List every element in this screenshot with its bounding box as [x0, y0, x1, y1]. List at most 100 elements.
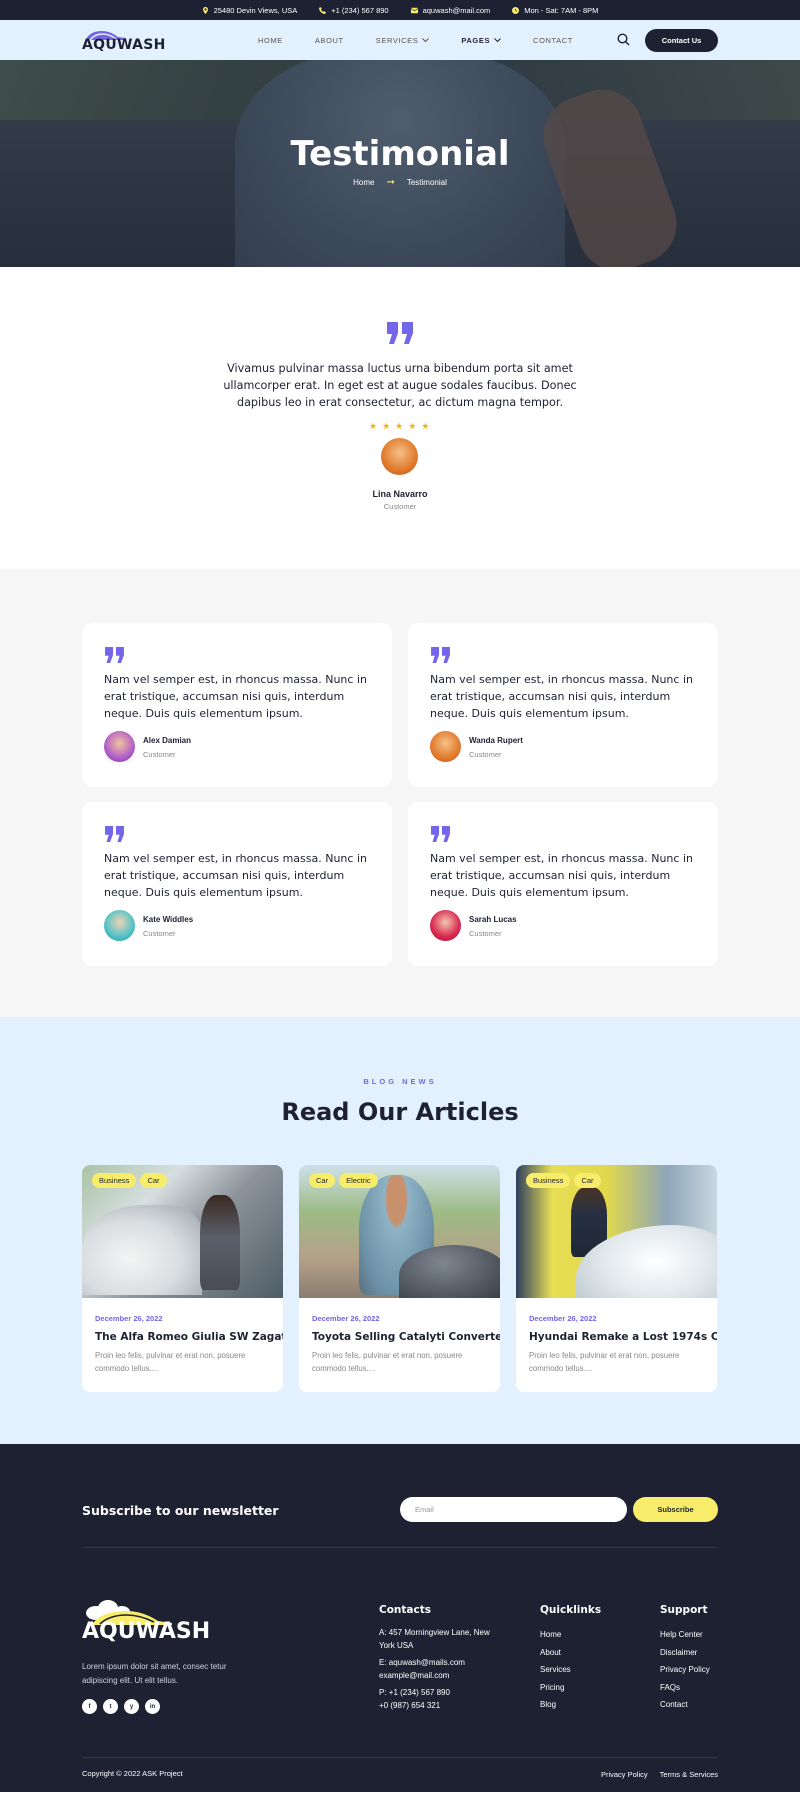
testimonial-text: Nam vel semper est, in rhoncus massa. Nu…: [104, 673, 367, 720]
footer-divider: [82, 1757, 718, 1758]
footer-contacts-title: Contacts: [379, 1604, 431, 1616]
post-image: Business Car: [516, 1165, 717, 1298]
post-tags: Business Car: [526, 1173, 601, 1188]
nav-item-services[interactable]: SERVICES: [376, 36, 430, 45]
breadcrumb-home[interactable]: Home: [353, 178, 374, 187]
arrow-right-icon: ➞: [386, 177, 395, 188]
post-tag[interactable]: Car: [574, 1173, 601, 1188]
avatar: [430, 731, 461, 762]
testimonial-author-role: Customer: [469, 750, 502, 759]
footer-email-2[interactable]: example@mail.com: [379, 1669, 494, 1682]
quote-icon: [105, 826, 124, 842]
breadcrumb-current: Testimonial: [406, 178, 447, 187]
site-logo[interactable]: AQUWASH: [82, 25, 165, 55]
email-info[interactable]: aquwash@mail.com: [410, 5, 491, 15]
youtube-icon[interactable]: y: [124, 1699, 139, 1714]
footer-link-services[interactable]: Services: [540, 1661, 601, 1679]
testimonial-author-name: Alex Damian: [143, 736, 192, 745]
footer-divider: [82, 1547, 718, 1548]
subscribe-button[interactable]: Subscribe: [633, 1497, 718, 1522]
featured-quote-text: Vivamus pulvinar massa luctus urna biben…: [223, 362, 577, 409]
post-tags: Car Electric: [309, 1173, 378, 1188]
newsletter-email-input[interactable]: Email: [400, 1497, 627, 1522]
footer-link-contact[interactable]: Contact: [660, 1696, 710, 1714]
footer-link-privacy-policy[interactable]: Privacy Policy: [660, 1661, 710, 1679]
address-info: 25480 Devin Views, USA: [202, 6, 297, 15]
footer-link-blog[interactable]: Blog: [540, 1696, 601, 1714]
avatar: [104, 731, 135, 762]
post-tag[interactable]: Business: [526, 1173, 571, 1188]
footer-support: Support Help Center Disclaimer Privacy P…: [660, 1604, 710, 1714]
testimonial-author-name: Sarah Lucas: [469, 915, 517, 924]
quote-icon: [431, 826, 450, 842]
testimonial-author-name: Lina Navarro: [372, 489, 428, 499]
privacy-policy-link[interactable]: Privacy Policy: [601, 1770, 648, 1779]
post-excerpt: Proin leo felis, pulvinar et erat non, p…: [529, 1351, 680, 1373]
testimonial-text: Nam vel semper est, in rhoncus massa. Nu…: [430, 673, 693, 720]
post-title[interactable]: Hyundai Remake a Lost 1974s Car: [529, 1331, 717, 1343]
testimonial-author-role: Customer: [143, 929, 176, 938]
page-hero: Testimonial Home ➞ Testimonial: [0, 60, 800, 267]
footer-email-1[interactable]: E: aquwash@mails.com: [379, 1656, 494, 1669]
blog-post-card[interactable]: Business Car December 26, 2022 The Alfa …: [82, 1165, 283, 1392]
footer-link-home[interactable]: Home: [540, 1626, 601, 1644]
location-pin-icon: [202, 6, 208, 14]
footer-link-faqs[interactable]: FAQs: [660, 1679, 710, 1697]
testimonial-author-name: Kate Widdles: [143, 915, 194, 924]
section-kicker: BLOG NEWS: [363, 1077, 437, 1086]
email-text: aquwash@mail.com: [422, 5, 491, 15]
footer-logo-text: AQUWASH: [82, 1619, 211, 1644]
nav-item-home[interactable]: HOME: [258, 36, 283, 45]
blog-post-card[interactable]: Car Electric December 26, 2022 Toyota Se…: [299, 1165, 500, 1392]
logo-text: AQUWASH: [82, 37, 166, 53]
blog-post-card[interactable]: Business Car December 26, 2022 Hyundai R…: [516, 1165, 717, 1392]
post-image-car: [399, 1245, 500, 1298]
terms-link[interactable]: Terms & Services: [660, 1770, 718, 1779]
footer-phone-1[interactable]: P: +1 (234) 567 890: [379, 1686, 494, 1699]
footer-link-disclaimer[interactable]: Disclaimer: [660, 1644, 710, 1662]
footer-about-text: Lorem ipsum dolor sit amet, consec tetur…: [82, 1662, 227, 1685]
footer-quicklinks: Quicklinks Home About Services Pricing B…: [540, 1604, 601, 1714]
breadcrumb: Home ➞ Testimonial: [0, 177, 800, 188]
twitter-icon[interactable]: t: [103, 1699, 118, 1714]
footer-link-about[interactable]: About: [540, 1644, 601, 1662]
testimonial-grid: Nam vel semper est, in rhoncus massa. Nu…: [0, 569, 800, 1017]
footer-link-help-center[interactable]: Help Center: [660, 1626, 710, 1644]
post-tag[interactable]: Car: [140, 1173, 167, 1188]
phone-info[interactable]: +1 (234) 567 890: [319, 6, 389, 15]
facebook-icon[interactable]: f: [82, 1699, 97, 1714]
post-title[interactable]: The Alfa Romeo Giulia SW Zagato: [95, 1331, 283, 1343]
post-title[interactable]: Toyota Selling Catalyti Converter: [312, 1331, 500, 1343]
search-icon[interactable]: [617, 33, 630, 46]
testimonial-text: Nam vel semper est, in rhoncus massa. Nu…: [104, 852, 367, 899]
featured-testimonial: Vivamus pulvinar massa luctus urna biben…: [0, 267, 800, 569]
testimonial-card: Nam vel semper est, in rhoncus massa. Nu…: [408, 623, 718, 787]
testimonial-author-role: Customer: [383, 502, 417, 511]
post-tag[interactable]: Business: [92, 1173, 137, 1188]
chevron-down-icon: [494, 37, 501, 42]
footer-quicklinks-title: Quicklinks: [540, 1604, 602, 1616]
linkedin-icon[interactable]: in: [145, 1699, 160, 1714]
footer-phone-2[interactable]: +0 (987) 654 321: [379, 1699, 494, 1712]
post-image-car: [82, 1205, 202, 1295]
site-footer: Subscribe to our newsletter Email Subscr…: [0, 1444, 800, 1792]
star-rating: ★★★★★: [369, 421, 435, 431]
post-date: December 26, 2022: [95, 1314, 163, 1323]
newsletter-heading: Subscribe to our newsletter: [82, 1503, 279, 1518]
testimonial-author-role: Customer: [469, 929, 502, 938]
footer-support-title: Support: [660, 1604, 708, 1616]
post-date: December 26, 2022: [312, 1314, 380, 1323]
testimonial-author-role: Customer: [143, 750, 176, 759]
testimonial-card: Nam vel semper est, in rhoncus massa. Nu…: [82, 802, 392, 966]
nav-item-contact[interactable]: CONTACT: [533, 36, 573, 45]
footer-logo[interactable]: AQUWASH: [82, 1599, 210, 1644]
copyright-text: Copyright © 2022 ASK Project: [82, 1769, 183, 1778]
nav-item-pages[interactable]: PAGES: [461, 36, 501, 45]
nav-item-about[interactable]: ABOUT: [315, 36, 344, 45]
contact-us-button[interactable]: Contact Us: [645, 29, 718, 52]
post-tag[interactable]: Electric: [339, 1173, 378, 1188]
footer-link-pricing[interactable]: Pricing: [540, 1679, 601, 1697]
post-tag[interactable]: Car: [309, 1173, 336, 1188]
legal-links: Privacy Policy Terms & Services: [601, 1770, 718, 1779]
avatar: [104, 910, 135, 941]
